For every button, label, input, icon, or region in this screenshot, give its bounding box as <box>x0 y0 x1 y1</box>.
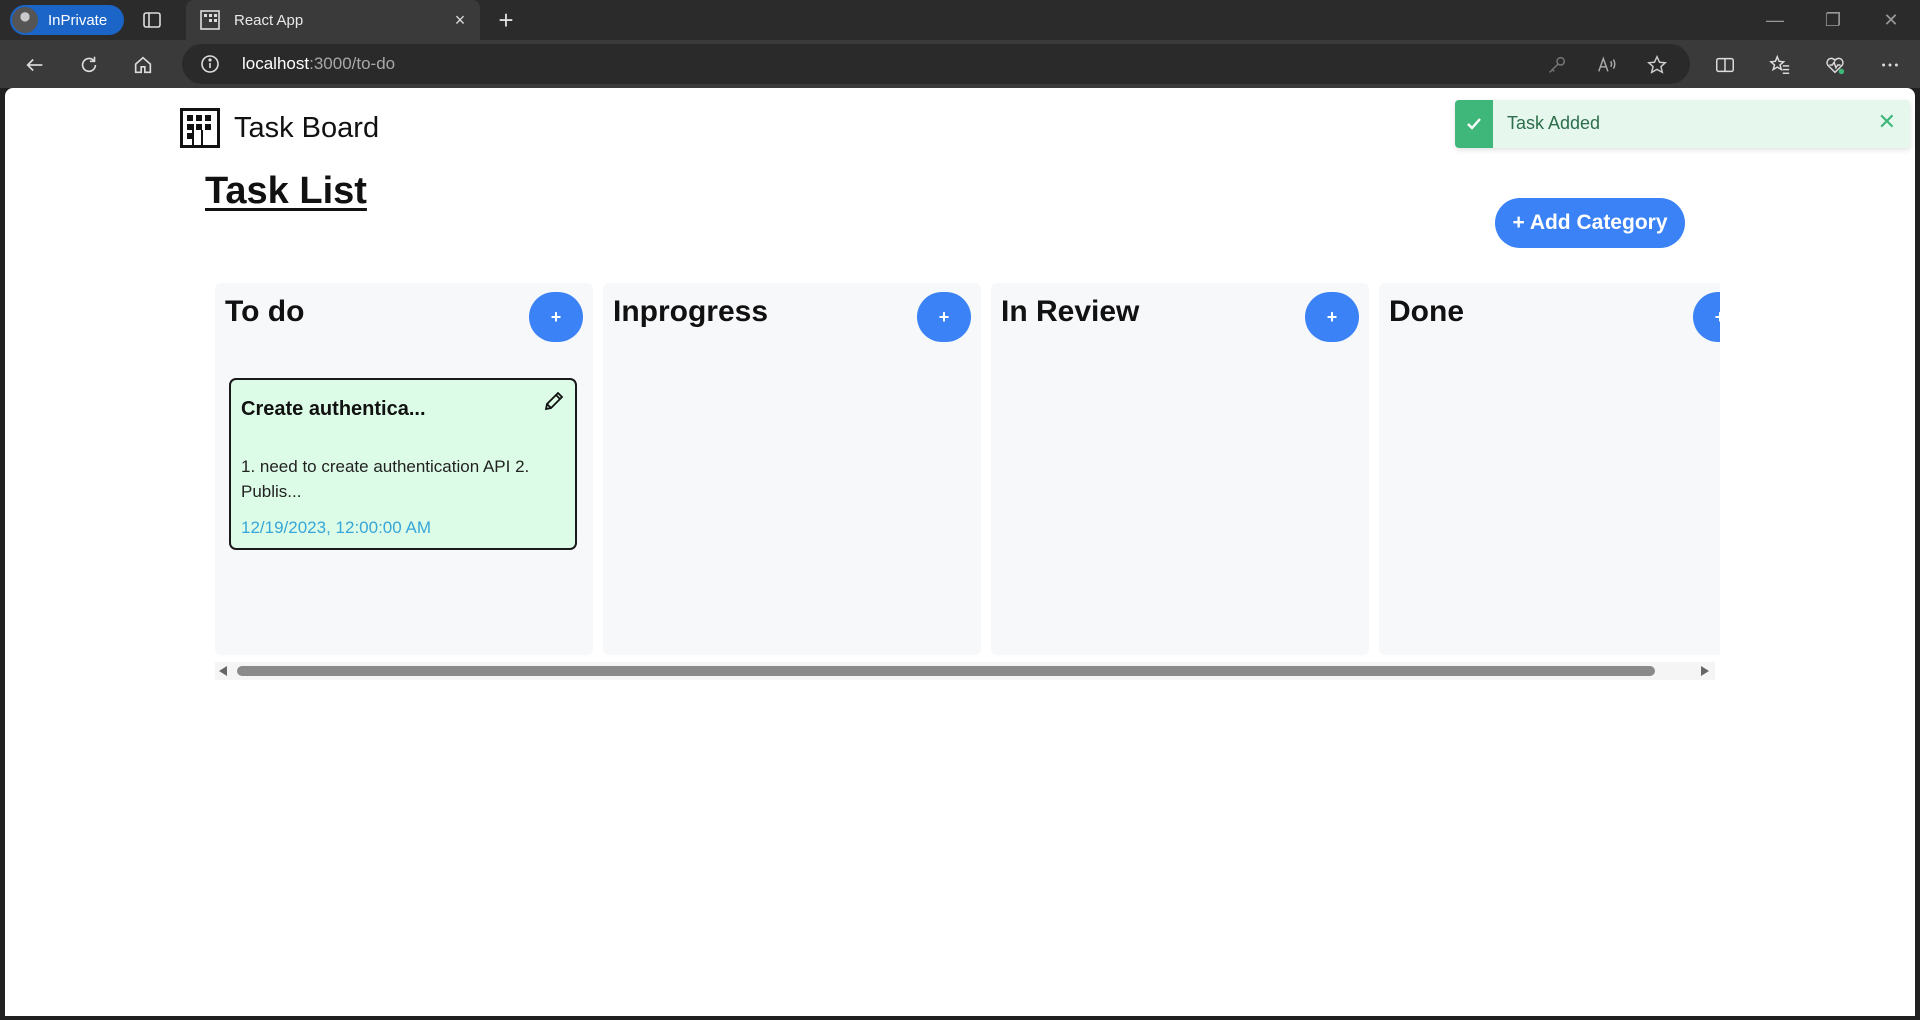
add-task-button[interactable]: + <box>529 292 583 342</box>
column-done: Done + <box>1379 283 1720 655</box>
browser-toolbar: localhost:3000/to-do <box>0 40 1920 88</box>
toast-close-icon[interactable]: ✕ <box>1878 110 1896 134</box>
home-icon[interactable] <box>128 50 158 80</box>
more-options-icon[interactable] <box>1875 50 1905 80</box>
scroll-left-arrow-icon[interactable] <box>219 666 227 676</box>
favorite-star-icon[interactable] <box>1646 54 1668 76</box>
add-task-button[interactable]: + <box>917 292 971 342</box>
brand[interactable]: Task Board <box>180 108 379 148</box>
url-text: localhost:3000/to-do <box>242 54 396 73</box>
edit-pencil-icon[interactable] <box>543 390 565 412</box>
refresh-icon[interactable] <box>74 50 104 80</box>
column-to-do: To do + Create authentica... 1. need to … <box>215 283 593 655</box>
success-toast: Task Added ✕ <box>1455 100 1910 148</box>
tab-title: React App <box>234 11 304 29</box>
column-inprogress: Inprogress + <box>603 283 981 655</box>
site-info-icon[interactable] <box>200 54 220 74</box>
page-title: Task List <box>205 170 367 212</box>
toast-status-stripe <box>1455 100 1493 148</box>
task-card[interactable]: Create authentica... 1. need to create a… <box>229 378 577 550</box>
tab-close-icon[interactable]: × <box>452 11 468 29</box>
browser-essentials-icon[interactable] <box>1820 50 1850 80</box>
favorites-icon[interactable] <box>1765 50 1795 80</box>
add-task-button[interactable]: + <box>1305 292 1359 342</box>
web-page: Task Board Task List + Add Category To d… <box>5 88 1915 1016</box>
board-horizontal-scrollbar[interactable] <box>215 662 1715 680</box>
column-title: To do <box>225 295 305 328</box>
window-close-icon[interactable]: ✕ <box>1864 0 1918 40</box>
address-bar[interactable]: localhost:3000/to-do <box>182 44 1690 84</box>
task-board-logo-icon <box>180 108 220 148</box>
tab-actions-icon[interactable] <box>140 8 164 32</box>
column-title: In Review <box>1001 295 1140 328</box>
add-task-button[interactable]: + <box>1693 292 1720 342</box>
read-aloud-icon[interactable] <box>1596 54 1618 76</box>
back-icon[interactable] <box>20 50 50 80</box>
column-title: Inprogress <box>613 295 769 328</box>
task-title: Create authentica... <box>241 398 426 420</box>
new-tab-icon[interactable]: + <box>494 7 518 33</box>
toast-message: Task Added <box>1507 113 1601 133</box>
restore-icon[interactable]: ❐ <box>1806 0 1860 40</box>
profile-avatar <box>12 7 38 33</box>
add-category-button[interactable]: + Add Category <box>1495 198 1685 248</box>
column-in-review: In Review + <box>991 283 1369 655</box>
split-screen-icon[interactable] <box>1710 50 1740 80</box>
profile-button[interactable]: InPrivate <box>10 5 124 35</box>
favicon-icon <box>200 10 220 30</box>
checkmark-icon <box>1467 118 1481 130</box>
scroll-right-arrow-icon[interactable] <box>1701 666 1709 676</box>
minimize-icon[interactable]: — <box>1748 0 1802 40</box>
password-key-icon[interactable] <box>1546 54 1568 76</box>
browser-tab[interactable]: React App × <box>186 0 480 40</box>
task-board: To do + Create authentica... 1. need to … <box>210 283 1720 663</box>
profile-label: InPrivate <box>48 11 108 29</box>
brand-name: Task Board <box>234 111 380 144</box>
task-date: 12/19/2023, 12:00:00 AM <box>241 518 431 537</box>
column-title: Done <box>1389 295 1464 328</box>
task-description: 1. need to create authentication API 2. … <box>241 457 530 501</box>
browser-tab-bar: InPrivate React App × + — ❐ ✕ <box>0 0 1920 40</box>
scrollbar-thumb[interactable] <box>237 666 1655 676</box>
